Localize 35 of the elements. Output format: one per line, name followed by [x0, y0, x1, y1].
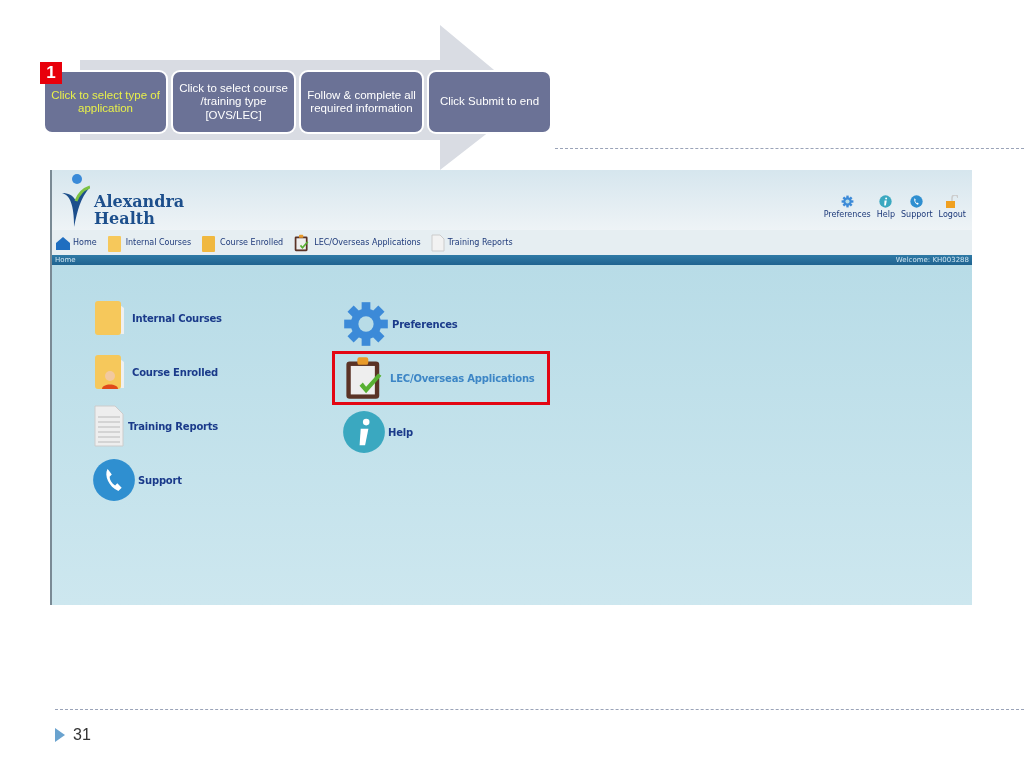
- info-icon: [342, 410, 386, 454]
- process-step: Click Submit to end: [429, 72, 550, 132]
- logo-icon: [60, 172, 90, 228]
- nav-item[interactable]: Home: [56, 235, 97, 250]
- menu-tile[interactable]: Support: [92, 454, 182, 506]
- logo-text: Alexandra Health: [94, 193, 185, 228]
- menu-tile[interactable]: Preferences: [342, 298, 458, 350]
- folder-icon: [201, 233, 218, 252]
- header-link[interactable]: Help: [876, 195, 895, 219]
- folder-icon: [106, 233, 123, 252]
- menu-tile[interactable]: Training Reports: [92, 400, 219, 452]
- header-link[interactable]: Logout: [938, 195, 966, 219]
- home-icon: [56, 235, 70, 250]
- padlock-icon: [946, 195, 959, 208]
- nav-item[interactable]: Training Reports: [430, 233, 513, 252]
- menu-tile[interactable]: Help: [342, 406, 413, 458]
- step-number: 1: [40, 62, 62, 84]
- nav-item[interactable]: Internal Courses: [106, 233, 192, 252]
- nav-item[interactable]: Course Enrolled: [201, 233, 284, 252]
- info-icon: [879, 195, 893, 208]
- slide-number: 31: [73, 726, 91, 744]
- nav-item[interactable]: LEC/Overseas Applications: [293, 233, 421, 252]
- header-link[interactable]: Support: [901, 195, 933, 219]
- triangle-icon: [55, 728, 65, 742]
- phone-icon: [910, 195, 924, 208]
- document-icon: [92, 404, 126, 448]
- phone-icon: [92, 458, 136, 502]
- gear-icon: [342, 300, 390, 348]
- process-step: Follow & complete all required information: [301, 72, 422, 132]
- menu-tile[interactable]: Course Enrolled: [92, 346, 219, 398]
- menu-tile[interactable]: Internal Courses: [92, 292, 222, 344]
- header-link[interactable]: Preferences: [823, 195, 871, 219]
- process-step: Click to select course /training type [OVS/LEC]: [173, 72, 294, 132]
- gear-icon: [840, 195, 854, 208]
- document-icon: [430, 233, 445, 252]
